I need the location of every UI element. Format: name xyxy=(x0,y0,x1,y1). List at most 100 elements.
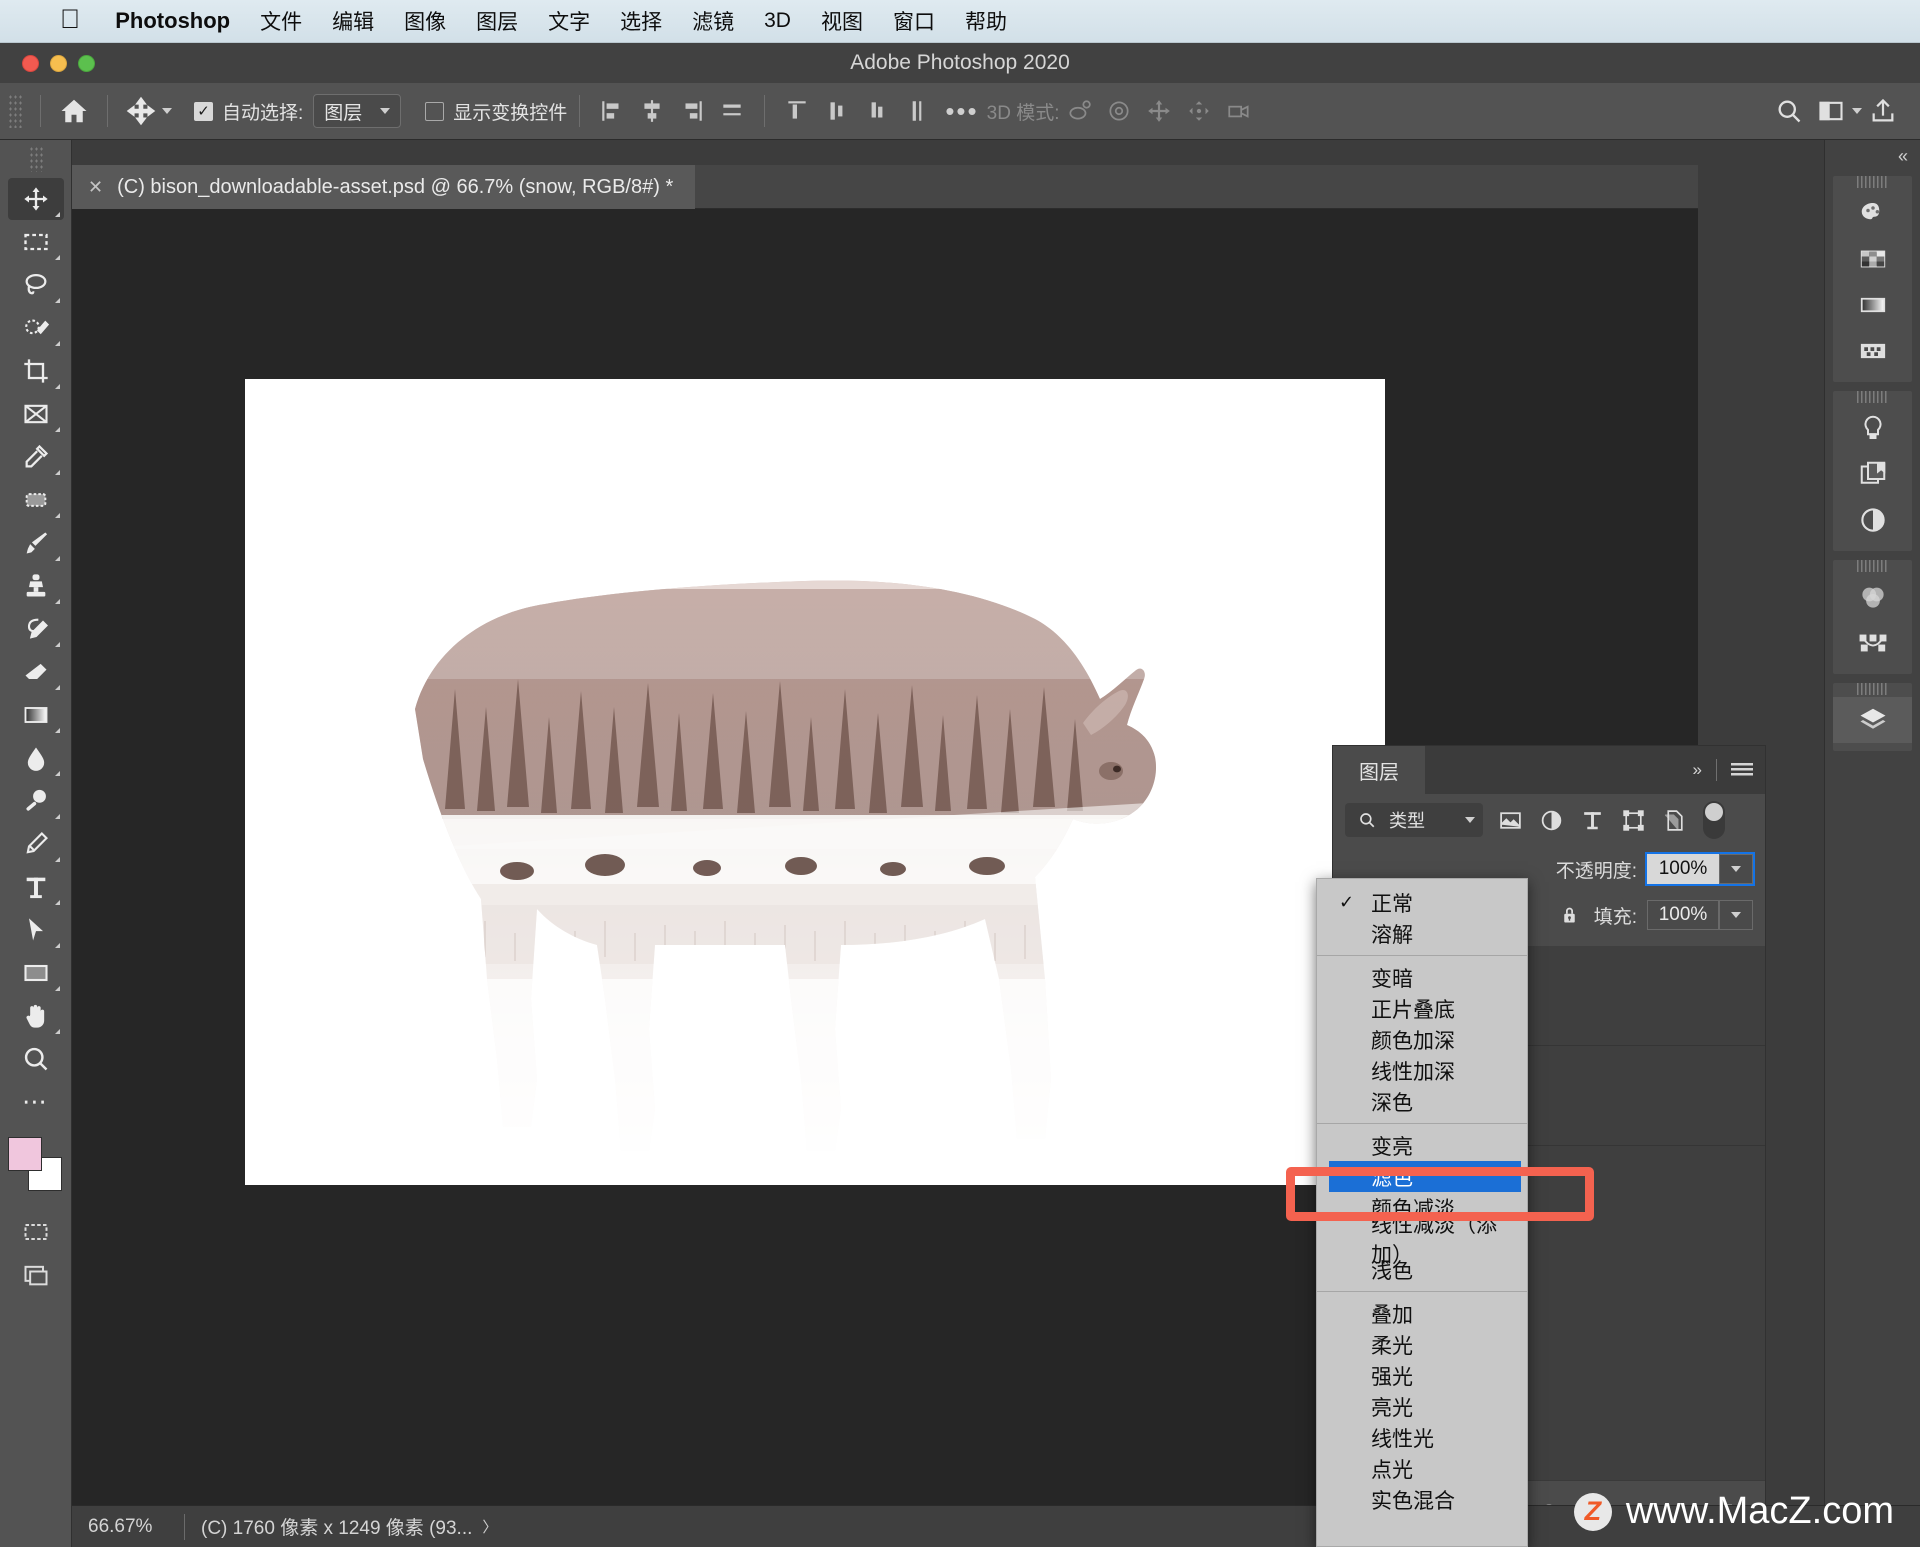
menu-item-type[interactable]: 文字 xyxy=(533,6,605,36)
opacity-input[interactable]: 100% xyxy=(1647,854,1719,884)
blend-mode-item-color-burn[interactable]: 颜色加深 xyxy=(1317,1024,1527,1055)
blend-mode-item-soft-light[interactable]: 柔光 xyxy=(1317,1329,1527,1360)
lasso-tool[interactable] xyxy=(8,264,64,306)
menu-item-view[interactable]: 视图 xyxy=(806,6,878,36)
blend-mode-item-linear-burn[interactable]: 线性加深 xyxy=(1317,1055,1527,1086)
blend-mode-dropdown-menu[interactable]: ✓ 正常 溶解 变暗 正片叠底 颜色加深 线性加深 深色 变亮 滤色 颜色减淡 … xyxy=(1316,878,1528,1547)
fill-input[interactable]: 100% xyxy=(1647,900,1719,930)
search-icon[interactable] xyxy=(1768,90,1810,132)
document-info-chevron-icon[interactable]: 〉 xyxy=(472,1516,497,1537)
menu-item-filter[interactable]: 滤镜 xyxy=(677,6,749,36)
screen-mode-toggle[interactable] xyxy=(8,1254,64,1296)
share-icon[interactable] xyxy=(1862,90,1904,132)
move-tool-icon[interactable] xyxy=(120,90,162,132)
patterns-panel-icon[interactable] xyxy=(1833,328,1912,374)
options-bar-grip[interactable] xyxy=(8,94,22,128)
rail-group-grip[interactable] xyxy=(1856,683,1889,695)
align-left-edges-icon[interactable] xyxy=(592,91,632,131)
zoom-level[interactable]: 66.67% xyxy=(72,1516,184,1538)
align-horizontal-centers-icon[interactable] xyxy=(632,91,672,131)
tools-panel-grip[interactable] xyxy=(28,146,43,172)
spot-healing-tool[interactable] xyxy=(8,479,64,521)
color-swatches[interactable] xyxy=(7,1137,64,1193)
gradients-panel-icon[interactable] xyxy=(1833,282,1912,328)
blend-mode-item-multiply[interactable]: 正片叠底 xyxy=(1317,993,1527,1024)
menu-item-edit[interactable]: 编辑 xyxy=(317,6,389,36)
blend-mode-item-normal[interactable]: ✓ 正常 xyxy=(1317,887,1527,918)
paths-panel-icon[interactable] xyxy=(1833,620,1912,666)
eyedropper-tool[interactable] xyxy=(8,436,64,478)
image-filter-icon[interactable] xyxy=(1496,806,1524,834)
menu-item-select[interactable]: 选择 xyxy=(605,6,677,36)
brush-tool[interactable] xyxy=(8,522,64,564)
align-bottom-edges-icon[interactable] xyxy=(857,91,897,131)
channels-panel-icon[interactable] xyxy=(1833,574,1912,620)
pen-tool[interactable] xyxy=(8,823,64,865)
show-transform-checkbox[interactable] xyxy=(425,101,445,121)
foreground-color-swatch[interactable] xyxy=(7,1137,42,1171)
type-tool[interactable] xyxy=(8,866,64,908)
libraries-panel-icon[interactable] xyxy=(1833,451,1912,497)
document-canvas[interactable] xyxy=(245,379,1385,1185)
adjustment-filter-icon[interactable] xyxy=(1537,806,1565,834)
opacity-stepper-chevron-down-icon[interactable] xyxy=(1719,854,1753,884)
dodge-tool[interactable] xyxy=(8,780,64,822)
blend-mode-item-darker-color[interactable]: 深色 xyxy=(1317,1086,1527,1117)
filter-enable-toggle[interactable] xyxy=(1703,801,1725,839)
rail-group-grip[interactable] xyxy=(1856,176,1889,188)
more-tools-button[interactable]: ⋯ xyxy=(8,1081,64,1123)
path-selection-tool[interactable] xyxy=(8,909,64,951)
swatches-panel-icon[interactable] xyxy=(1833,236,1912,282)
menu-item-window[interactable]: 窗口 xyxy=(878,6,950,36)
move-tool[interactable] xyxy=(7,178,64,220)
move-tool-chevron-down-icon[interactable] xyxy=(162,108,172,114)
blend-mode-item-hard-mix[interactable]: 实色混合 xyxy=(1317,1484,1527,1515)
menu-app-name[interactable]: Photoshop xyxy=(100,8,245,34)
distribute-horizontal-icon[interactable] xyxy=(712,91,752,131)
blend-mode-item-dissolve[interactable]: 溶解 xyxy=(1317,918,1527,949)
smart-object-filter-icon[interactable] xyxy=(1660,806,1688,834)
marquee-tool[interactable] xyxy=(8,221,64,263)
menu-item-image[interactable]: 图像 xyxy=(389,6,461,36)
shape-filter-icon[interactable] xyxy=(1619,806,1647,834)
blend-mode-item-darken[interactable]: 变暗 xyxy=(1317,962,1527,993)
panel-menu-icon[interactable] xyxy=(1731,763,1753,777)
quick-selection-tool[interactable] xyxy=(8,307,64,349)
chevron-right-icon[interactable]: » xyxy=(1693,760,1702,780)
menu-item-file[interactable]: 文件 xyxy=(245,6,317,36)
fill-stepper-chevron-down-icon[interactable] xyxy=(1719,900,1753,930)
double-chevron-left-icon[interactable]: « xyxy=(1825,140,1920,172)
blend-mode-item-hard-light[interactable]: 强光 xyxy=(1317,1360,1527,1391)
layers-panel-icon[interactable] xyxy=(1833,697,1912,743)
crop-tool[interactable] xyxy=(8,350,64,392)
blend-mode-item-pin-light[interactable]: 点光 xyxy=(1317,1453,1527,1484)
blend-mode-item-vivid-light[interactable]: 亮光 xyxy=(1317,1391,1527,1422)
blend-mode-item-linear-light[interactable]: 线性光 xyxy=(1317,1422,1527,1453)
type-filter-icon[interactable] xyxy=(1578,806,1606,834)
quick-mask-toggle[interactable] xyxy=(8,1211,64,1253)
history-brush-tool[interactable] xyxy=(8,608,64,650)
align-right-edges-icon[interactable] xyxy=(672,91,712,131)
lock-icon[interactable] xyxy=(1556,901,1584,929)
rail-group-grip[interactable] xyxy=(1856,391,1889,403)
blend-mode-item-lighter-color[interactable]: 浅色 xyxy=(1317,1254,1527,1285)
layer-filter-type-dropdown[interactable]: 类型 xyxy=(1345,803,1483,837)
blur-tool[interactable] xyxy=(8,737,64,779)
opacity-field-group[interactable]: 100% xyxy=(1645,852,1755,886)
eraser-tool[interactable] xyxy=(8,651,64,693)
home-icon[interactable] xyxy=(53,90,95,132)
hand-tool[interactable] xyxy=(8,995,64,1037)
fill-field-group[interactable]: 100% xyxy=(1647,900,1753,930)
menu-item-help[interactable]: 帮助 xyxy=(950,6,1022,36)
workspace-chevron-down-icon[interactable] xyxy=(1852,108,1862,114)
adjustments-panel-icon[interactable] xyxy=(1833,405,1912,451)
blend-mode-item-overlay[interactable]: 叠加 xyxy=(1317,1298,1527,1329)
document-tab[interactable]: ✕ (C) bison_downloadable-asset.psd @ 66.… xyxy=(72,165,696,209)
distribute-vertical-icon[interactable] xyxy=(897,91,937,131)
auto-select-dropdown[interactable]: 图层 xyxy=(313,94,402,128)
menu-item-3d[interactable]: 3D xyxy=(749,9,806,33)
apple-icon[interactable]:  xyxy=(0,5,100,33)
blend-mode-item-screen[interactable]: 滤色 xyxy=(1329,1161,1521,1192)
close-icon[interactable]: ✕ xyxy=(88,177,103,198)
clone-stamp-tool[interactable] xyxy=(8,565,64,607)
